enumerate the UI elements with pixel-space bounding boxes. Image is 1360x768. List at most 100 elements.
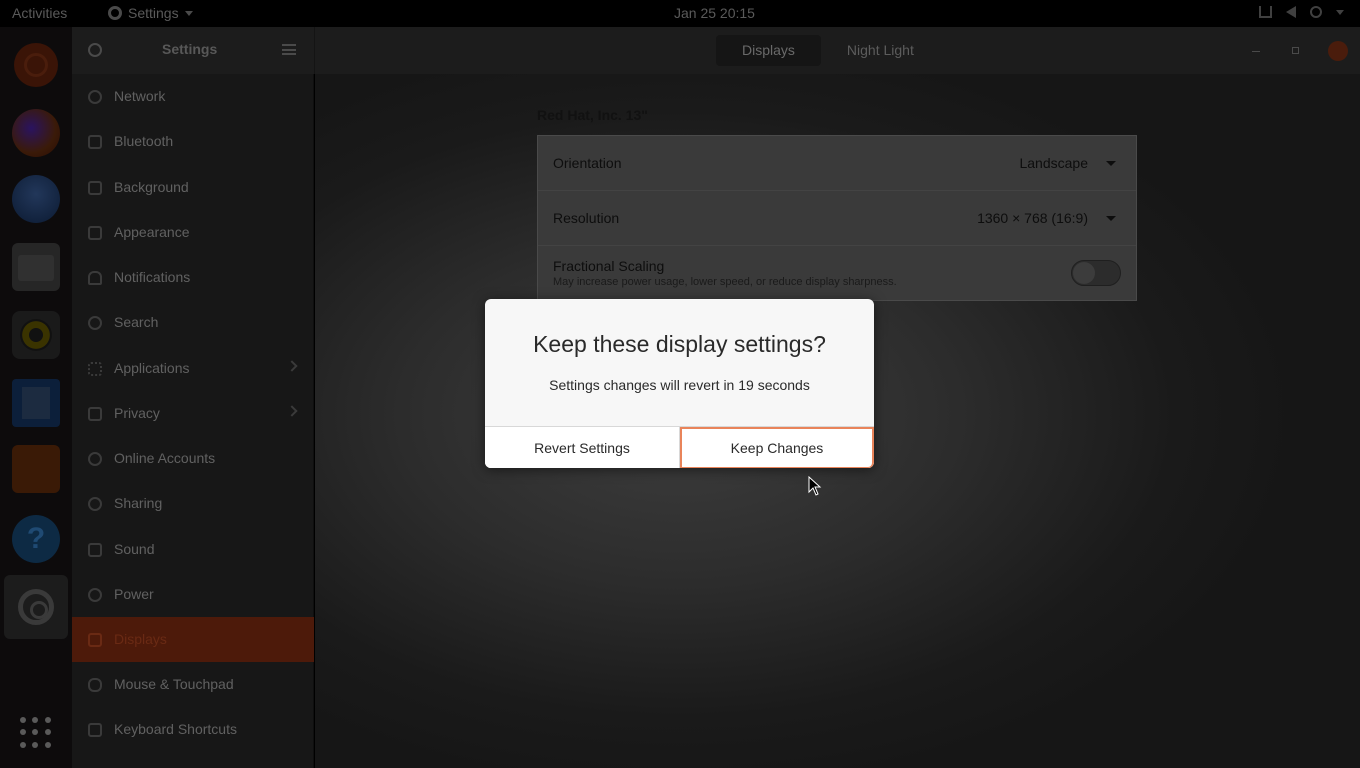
search-icon — [88, 316, 102, 330]
app-menu-label: Settings — [128, 5, 179, 21]
sidebar-item-label: Network — [114, 88, 166, 104]
network-icon — [88, 90, 102, 104]
sidebar-item-power[interactable]: Power — [72, 572, 314, 617]
tab-night-light[interactable]: Night Light — [821, 35, 940, 66]
resolution-row[interactable]: Resolution 1360 × 768 (16:9) — [538, 191, 1136, 246]
ubuntu-logo-icon — [14, 43, 58, 87]
thunderbird-icon[interactable] — [12, 175, 60, 223]
resolution-label: Resolution — [553, 210, 620, 226]
sidebar-item-label: Privacy — [114, 405, 160, 421]
rhythmbox-icon[interactable] — [12, 311, 60, 359]
dialog-message: Settings changes will revert in 19 secon… — [549, 377, 810, 393]
sidebar-item-keyboard-shortcuts[interactable]: Keyboard Shortcuts — [72, 707, 314, 752]
sidebar-item-label: Mouse & Touchpad — [114, 676, 234, 692]
revert-settings-button[interactable]: Revert Settings — [485, 427, 680, 468]
fractional-scaling-toggle[interactable] — [1071, 260, 1121, 286]
sidebar-item-search[interactable]: Search — [72, 300, 314, 345]
sidebar-item-label: Power — [114, 586, 154, 602]
sidebar-item-label: Bluetooth — [114, 133, 174, 149]
sidebar-item-label: Sound — [114, 541, 155, 557]
mouse-cursor-icon — [808, 476, 822, 496]
fractional-scaling-description: May increase power usage, lower speed, o… — [553, 276, 897, 288]
sidebar-item-label: Keyboard Shortcuts — [114, 721, 237, 737]
sidebar-item-notifications[interactable]: Notifications — [72, 255, 314, 300]
tab-displays[interactable]: Displays — [716, 35, 821, 66]
chevron-right-icon — [286, 405, 298, 417]
maximize-icon[interactable] — [1292, 47, 1299, 54]
orientation-label: Orientation — [553, 155, 622, 171]
sidebar-item-mouse-touchpad[interactable]: Mouse & Touchpad — [72, 662, 314, 707]
sidebar-item-appearance[interactable]: Appearance — [72, 210, 314, 255]
gear-icon — [108, 6, 122, 20]
keep-settings-dialog: Keep these display settings? Settings ch… — [485, 299, 874, 468]
sidebar-item-label: Background — [114, 179, 189, 195]
dock: ? — [0, 27, 72, 768]
clock[interactable]: Jan 25 20:15 — [674, 5, 755, 21]
background-icon — [88, 181, 102, 195]
system-tray[interactable] — [1259, 6, 1344, 18]
tab-bar: Displays Night Light — [716, 35, 940, 66]
sidebar-item-network[interactable]: Network — [72, 74, 314, 119]
lock-icon — [88, 407, 102, 421]
sidebar-item-bluetooth[interactable]: Bluetooth — [72, 119, 314, 164]
files-icon[interactable] — [12, 243, 60, 291]
dropdown-arrow-icon — [1106, 161, 1116, 166]
minimize-icon[interactable] — [1252, 51, 1260, 52]
sidebar-item-online-accounts[interactable]: Online Accounts — [72, 436, 314, 481]
power-icon — [1310, 6, 1322, 18]
sidebar-item-label: Search — [114, 314, 159, 330]
appearance-icon — [88, 226, 102, 240]
help-icon[interactable]: ? — [12, 515, 60, 563]
settings-dock-item[interactable] — [4, 575, 68, 639]
software-store-icon[interactable] — [12, 445, 60, 493]
sidebar-item-label: Notifications — [114, 269, 191, 285]
activities-button[interactable]: Activities — [12, 5, 67, 21]
sidebar-item-label: Applications — [114, 360, 190, 376]
sidebar-item-label: Online Accounts — [114, 450, 216, 466]
resolution-value: 1360 × 768 (16:9) — [977, 210, 1088, 226]
mouse-icon — [88, 678, 102, 692]
sidebar-item-label: Appearance — [114, 224, 190, 240]
header-bar: Settings Displays Night Light — [72, 27, 1360, 74]
sidebar-item-displays[interactable]: Displays — [72, 617, 314, 662]
app-menu[interactable]: Settings — [108, 5, 193, 21]
header-separator — [314, 27, 315, 74]
cloud-icon — [88, 452, 102, 466]
search-icon[interactable] — [88, 43, 102, 57]
sidebar: Network Bluetooth Background Appearance … — [72, 74, 314, 768]
applications-icon — [88, 362, 102, 376]
fractional-scaling-label: Fractional Scaling — [553, 258, 665, 274]
close-icon[interactable] — [1328, 41, 1348, 61]
dialog-button-row: Revert Settings Keep Changes — [485, 426, 874, 468]
dropdown-arrow-icon — [1106, 216, 1116, 221]
music-note-icon — [88, 543, 102, 557]
sidebar-item-sound[interactable]: Sound — [72, 527, 314, 572]
keyboard-icon — [88, 723, 102, 737]
bluetooth-icon — [88, 135, 102, 149]
sidebar-item-applications[interactable]: Applications — [72, 346, 314, 391]
writer-icon[interactable] — [12, 379, 60, 427]
sidebar-item-privacy[interactable]: Privacy — [72, 391, 314, 436]
display-icon — [88, 633, 102, 647]
network-icon — [1259, 6, 1272, 18]
top-bar: Activities Settings Jan 25 20:15 — [0, 0, 1360, 27]
keep-changes-button[interactable]: Keep Changes — [680, 427, 874, 468]
orientation-value: Landscape — [1019, 155, 1088, 171]
sidebar-item-label: Sharing — [114, 495, 163, 511]
display-settings-list: Orientation Landscape Resolution 1360 × … — [537, 135, 1137, 301]
bell-icon — [88, 271, 102, 285]
volume-icon — [1286, 6, 1296, 18]
power-icon — [88, 588, 102, 602]
firefox-icon[interactable] — [12, 109, 60, 157]
chevron-right-icon — [286, 360, 298, 372]
header-title: Settings — [162, 41, 218, 57]
hamburger-menu-icon[interactable] — [282, 44, 296, 55]
show-applications-icon[interactable] — [20, 717, 52, 749]
sidebar-item-label: Displays — [114, 631, 167, 647]
sidebar-item-background[interactable]: Background — [72, 165, 314, 210]
sidebar-item-sharing[interactable]: Sharing — [72, 481, 314, 526]
orientation-row[interactable]: Orientation Landscape — [538, 136, 1136, 191]
monitor-name: Red Hat, Inc. 13" — [537, 107, 648, 123]
chevron-down-icon — [184, 10, 193, 16]
fractional-scaling-row: Fractional Scaling May increase power us… — [538, 246, 1136, 301]
